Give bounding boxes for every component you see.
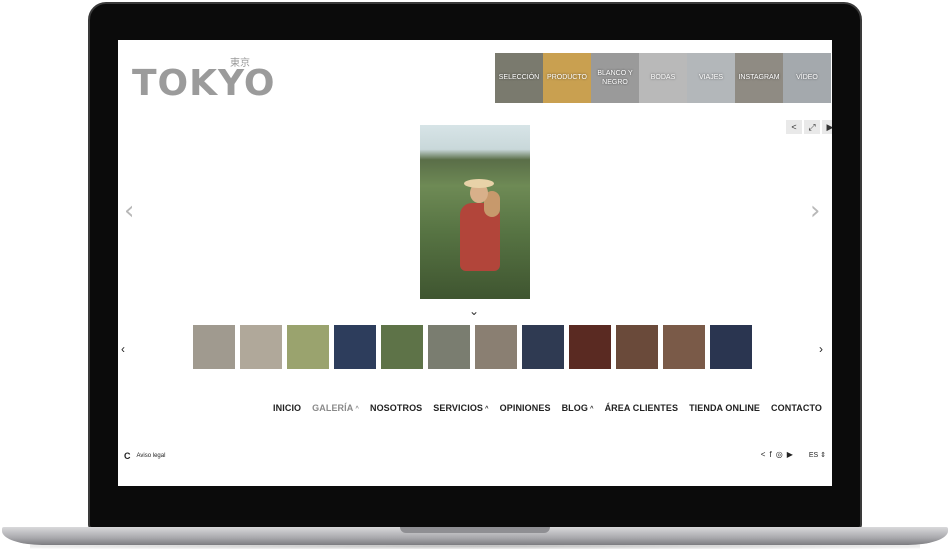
logo-kanji: 東京	[230, 58, 250, 69]
chevron-up-icon: ^	[589, 406, 594, 412]
nav-item-label: ÁREA CLIENTES	[604, 403, 679, 413]
thumbnail[interactable]	[193, 325, 235, 369]
footer-brand-icon[interactable]: C	[124, 451, 131, 461]
nav-item-label: GALERÍA	[312, 403, 354, 413]
language-selector[interactable]: ES ⇕	[809, 451, 826, 459]
thumbnail[interactable]	[381, 325, 423, 369]
thumbnail[interactable]	[616, 325, 658, 369]
gallery-prev-arrow-icon[interactable]: ‹	[124, 198, 134, 224]
share-icon[interactable]: <	[761, 450, 766, 459]
play-icon[interactable]: ▶	[822, 120, 832, 134]
thumbnail[interactable]	[710, 325, 752, 369]
footer-right: < f ◎ ▶ ES ⇕	[761, 450, 826, 459]
gallery-next-arrow-icon[interactable]: ›	[810, 198, 820, 224]
nav-item[interactable]: SERVICIOS ^	[433, 403, 488, 413]
logo-wordmark: TOKYO	[132, 63, 276, 104]
facebook-icon[interactable]: f	[769, 450, 771, 459]
category-label: VIAJES	[698, 74, 724, 82]
category-label: INSTAGRAM	[738, 74, 780, 82]
chevron-up-icon: ^	[485, 406, 489, 412]
thumbnail[interactable]	[663, 325, 705, 369]
thumbnail[interactable]	[334, 325, 376, 369]
nav-item-label: OPINIONES	[499, 403, 551, 413]
legal-link[interactable]: Aviso legal	[137, 453, 166, 459]
nav-item[interactable]: NOSOTROS	[370, 403, 422, 413]
thumbnail[interactable]	[428, 325, 470, 369]
thumbs-next-arrow-icon[interactable]: ›	[819, 342, 823, 356]
nav-item[interactable]: INICIO	[273, 403, 301, 413]
share-icon[interactable]: <	[786, 120, 802, 134]
category-tile[interactable]: INSTAGRAM	[735, 53, 783, 103]
category-label: BLANCO Y NEGRO	[597, 69, 633, 86]
category-label: BODAS	[650, 74, 676, 82]
youtube-icon[interactable]: ▶	[787, 450, 793, 459]
category-label: PRODUCTO	[547, 74, 587, 82]
nav-item-label: NOSOTROS	[369, 403, 423, 413]
thumbnail[interactable]	[569, 325, 611, 369]
nav-item[interactable]: OPINIONES	[500, 403, 551, 413]
nav-item[interactable]: TIENDA ONLINE	[689, 403, 760, 413]
thumbnail[interactable]	[287, 325, 329, 369]
nav-item[interactable]: CONTACTO	[771, 403, 822, 413]
category-label: VÍDEO	[796, 74, 818, 82]
main-nav: INICIO GALERÍA ^ NOSOTROS SERVICIOS ^ OPINIONE…	[262, 403, 822, 413]
chevron-down-icon[interactable]: ⌄	[469, 304, 479, 318]
nav-item-label: CONTACTO	[771, 403, 822, 413]
nav-item-label: BLOG	[561, 403, 588, 413]
fullscreen-icon[interactable]: ⤢	[804, 120, 820, 134]
thumbnail[interactable]	[475, 325, 517, 369]
main-photo[interactable]	[420, 125, 530, 299]
category-tiles: SELECCIÓN PRODUCTO BLANCO Y NEGRO BODAS …	[495, 53, 831, 103]
category-tile[interactable]: VIAJES	[687, 53, 735, 103]
nav-item-label: TIENDA ONLINE	[689, 403, 761, 413]
thumbnail[interactable]	[240, 325, 282, 369]
nav-item-label: INICIO	[273, 403, 302, 413]
laptop-notch	[400, 527, 550, 533]
instagram-icon[interactable]: ◎	[776, 450, 783, 459]
site-logo[interactable]: 東京 TOKYO	[132, 58, 276, 104]
photo-subject	[454, 179, 504, 273]
thumbnail[interactable]	[522, 325, 564, 369]
slideshow-controls: < ⤢ ▶	[784, 120, 832, 134]
thumbnail-strip	[193, 325, 757, 369]
chevron-up-icon: ^	[355, 406, 359, 412]
nav-item[interactable]: BLOG ^	[562, 403, 594, 413]
category-tile[interactable]: PRODUCTO	[543, 53, 591, 103]
footer-left: C Aviso legal	[124, 451, 165, 461]
website-screen: 東京 TOKYO SELECCIÓN PRODUCTO BLANCO Y NEG…	[118, 40, 832, 486]
category-tile[interactable]: BLANCO Y NEGRO	[591, 53, 639, 103]
category-tile[interactable]: VÍDEO	[783, 53, 831, 103]
category-tile[interactable]: BODAS	[639, 53, 687, 103]
nav-item[interactable]: GALERÍA ^	[312, 403, 359, 413]
thumbs-prev-arrow-icon[interactable]: ‹	[121, 342, 125, 356]
category-label: SELECCIÓN	[498, 74, 540, 82]
nav-item[interactable]: ÁREA CLIENTES	[605, 403, 678, 413]
nav-item-label: SERVICIOS	[433, 403, 484, 413]
category-tile[interactable]: SELECCIÓN	[495, 53, 543, 103]
